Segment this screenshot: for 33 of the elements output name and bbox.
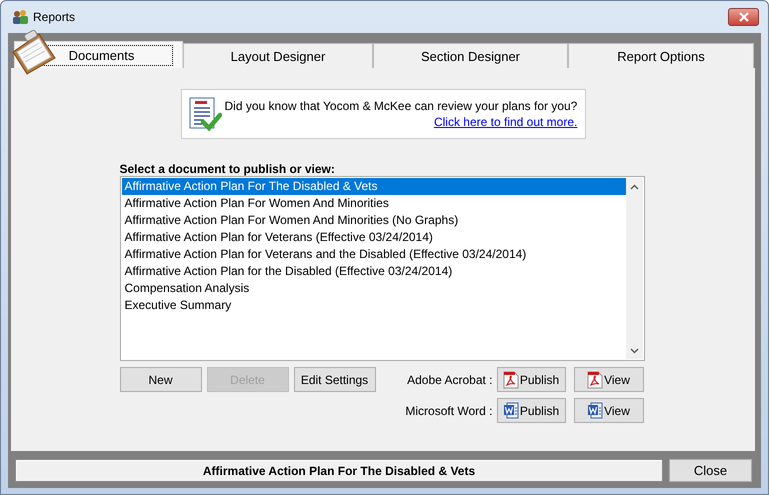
list-item[interactable]: Affirmative Action Plan For Women And Minorities [122, 195, 626, 212]
list-item[interactable]: Affirmative Action Plan for Veterans and the Disabled (Effective 03/24/2014) [122, 246, 626, 263]
scrollbar[interactable] [626, 178, 642, 359]
format-label: Microsoft Word : [405, 404, 492, 418]
document-icon [587, 402, 604, 420]
document-icon [502, 402, 519, 420]
people-icon [11, 9, 29, 25]
find-out-more-link[interactable]: Click here to find out more. [434, 115, 578, 129]
view-button[interactable]: View [574, 398, 644, 423]
pdf-icon [587, 370, 604, 388]
list-item[interactable]: Affirmative Action Plan for Veterans (Effective 03/24/2014) [122, 229, 626, 246]
publish-button[interactable]: Publish [496, 367, 566, 392]
list-item[interactable]: Compensation Analysis [122, 280, 626, 297]
list-item[interactable]: Executive Summary [122, 297, 626, 314]
edit-settings-button[interactable]: Edit Settings [294, 367, 376, 392]
tip-text: Did you know that Yocom & McKee can review your plans for you? [224, 99, 578, 113]
list-item[interactable]: Affirmative Action Plan For Women And Minorities (No Graphs) [122, 212, 626, 229]
tab[interactable]: Report Options [568, 43, 754, 68]
close-button[interactable]: Close [669, 459, 752, 482]
list-item[interactable]: Affirmative Action Plan for the Disabled (Effective 03/24/2014) [122, 263, 626, 280]
checklist-icon [188, 96, 222, 132]
tab[interactable]: Layout Designer [183, 43, 373, 68]
new-button[interactable]: New [120, 367, 202, 392]
list-item[interactable]: Affirmative Action Plan For The Disabled & Vets [122, 178, 626, 195]
pdf-icon [502, 370, 519, 388]
view-button[interactable]: View [574, 367, 644, 392]
window-title: Reports [33, 10, 76, 24]
format-label: Adobe Acrobat : [407, 372, 492, 386]
close-icon[interactable] [728, 8, 759, 26]
list-label: Select a document to publish or view: [120, 163, 336, 176]
tab[interactable]: Section Designer [373, 43, 568, 68]
status-field: Affirmative Action Plan For The Disabled & Vets [15, 459, 663, 482]
publish-button[interactable]: Publish [496, 398, 566, 423]
